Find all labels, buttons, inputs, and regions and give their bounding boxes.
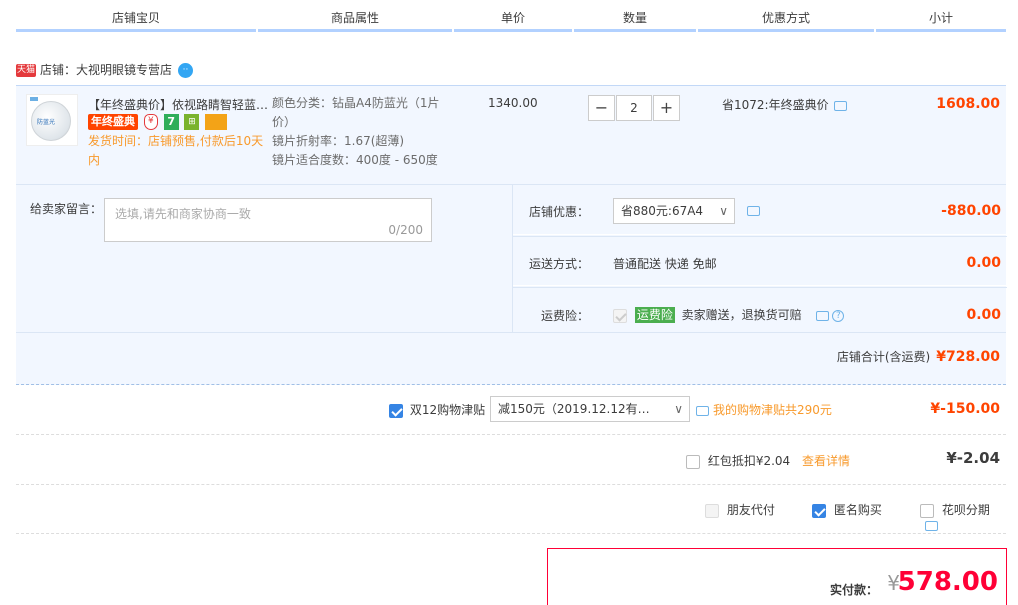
shipping-amount: 0.00 (966, 255, 1001, 271)
credit-card-icon[interactable] (205, 114, 228, 130)
bag-icon[interactable]: ⊞ (184, 114, 200, 130)
quantity-stepper: −2 + (588, 95, 680, 123)
allowance-row: 双12购物津贴 减150元（2019.12.12有… ∨ 我的购物津贴共290元… (16, 395, 1006, 425)
help-icon[interactable]: ? (832, 309, 845, 322)
insurance-tag: 运费险 (634, 307, 675, 323)
pay-label: 实付款： (829, 583, 878, 597)
item-subtotal: 1608.00 (936, 96, 1000, 112)
col-header-subtotal: 小计 (876, 0, 1006, 32)
col-header-qty: 数量 (574, 0, 696, 32)
seven-day-return-icon[interactable]: 7 (163, 114, 179, 130)
redpacket-row: 红包抵扣¥2.04 查看详情 ¥-2.04 (16, 444, 1006, 474)
shipping-note: 发货时间：店铺预售,付款后10天内 (88, 134, 264, 167)
allowance-amount: ¥-150.00 (930, 401, 1000, 417)
shop-discount-label: 店铺优惠： (528, 205, 589, 219)
insurance-label: 运费险： (540, 309, 589, 323)
leave-message-input[interactable]: 选填,请先和商家协商一致 0/200 (104, 198, 432, 242)
chevron-down-icon: ∨ (719, 204, 728, 218)
allowance-label: 双12购物津贴 (409, 403, 486, 417)
allowance-group: 双12购物津贴 (389, 401, 485, 418)
divider (16, 484, 1006, 485)
prop-index: 镜片折射率：1.67(超薄) (272, 134, 405, 148)
shop-discount-row: 店铺优惠： 省880元:67A4 ∨ -880.00 (513, 185, 1007, 235)
unit-price: 1340.00 (488, 96, 538, 110)
comment-icon[interactable] (747, 206, 760, 216)
huabei-option: 花呗分期 (920, 501, 1006, 532)
divider (16, 332, 1006, 333)
thumb-label: 防蓝光 (37, 119, 56, 126)
shipping-value: 普通配送 快递 免邮 (613, 257, 717, 271)
brand-mark (30, 97, 38, 101)
prop-range: 镜片适合度数：400度 - 650度 (272, 153, 438, 167)
allowance-link-group: 我的购物津贴共290元 (696, 401, 832, 418)
chat-icon[interactable]: ·· (178, 63, 194, 78)
comment-icon[interactable] (696, 405, 709, 416)
insurance-text: 卖家赠送，退换货可赔 (681, 308, 802, 322)
anonymous-checkbox[interactable] (812, 503, 826, 518)
tmall-badge: 天猫 (16, 64, 37, 77)
redpacket-details-link[interactable]: 查看详情 (802, 454, 850, 468)
anonymous-label: 匿名购买 (833, 503, 882, 517)
order-item-panel: 防蓝光 【年终盛典价】依视路睛智轻蓝光眼镜 年终盛典 ¥ 7 ⊞ 发货时间：店铺… (16, 85, 1007, 385)
friend-pay-checkbox (705, 503, 719, 518)
anonymous-option: 匿名购买 (812, 501, 882, 518)
char-counter: 0/200 (388, 223, 423, 237)
divider (16, 533, 1006, 534)
insurance-group: 运费险 卖家赠送，退换货可赔 ? (613, 306, 845, 323)
chevron-down-icon: ∨ (674, 402, 683, 416)
shop-row: 天猫 店铺：大视明眼镜专营店 ·· (16, 58, 194, 82)
col-header-price: 单价 (454, 0, 572, 32)
allowance-select-value: 减150元（2019.12.12有… (498, 402, 650, 416)
shop-discount-select[interactable]: 省880元:67A4 ∨ (613, 198, 735, 224)
redpacket-group: 红包抵扣¥2.04 查看详情 (686, 452, 850, 469)
comment-icon[interactable] (925, 520, 938, 531)
insurance-amount: 0.00 (966, 307, 1001, 323)
order-options-panel: 店铺优惠： 省880元:67A4 ∨ -880.00 运送方式： 普通配送 快递… (512, 185, 1007, 333)
redpacket-amount: ¥-2.04 (946, 449, 1000, 467)
pay-amount: 578.00 (897, 567, 998, 597)
allowance-link[interactable]: 我的购物津贴共290元 (713, 403, 832, 417)
shop-discount-amount: -880.00 (941, 203, 1001, 219)
col-header-item: 店铺宝贝 (16, 0, 256, 32)
qty-minus-button[interactable]: − (588, 95, 615, 121)
promo-method: 省1072:年终盛典价 (722, 96, 847, 113)
leave-message-label: 给卖家留言： (30, 202, 103, 216)
product-props: 颜色分类：钻晶A4防蓝光（1片价） 镜片折射率：1.67(超薄) 镜片适合度数：… (272, 94, 452, 170)
shop-total-amount: ¥728.00 (936, 349, 1000, 365)
shop-name[interactable]: 店铺：大视明眼镜专营店 (40, 63, 172, 77)
insurance-checkbox (613, 308, 627, 323)
col-header-promo: 优惠方式 (698, 0, 874, 32)
product-badges: 年终盛典 ¥ 7 ⊞ (88, 114, 229, 130)
purchase-options-row: 朋友代付 匿名购买 花呗分期 (16, 496, 1006, 531)
friend-pay-option: 朋友代付 (705, 501, 775, 518)
column-header: 店铺宝贝 商品属性 单价 数量 优惠方式 小计 (16, 0, 1006, 32)
shop-total-label: 店铺合计(含运费) (836, 350, 931, 364)
prop-color: 颜色分类：钻晶A4防蓝光（1片价） (272, 96, 440, 129)
shop-discount-value: 省880元:67A4 (621, 204, 704, 218)
payment-summary: 实付款： ¥ 578.00 (547, 548, 1007, 605)
redpacket-checkbox[interactable] (686, 454, 700, 469)
divider (16, 434, 1006, 435)
leave-message-placeholder: 选填,请先和商家协商一致 (115, 207, 251, 221)
col-header-props: 商品属性 (258, 0, 452, 32)
shipping-label: 运送方式： (528, 257, 589, 271)
huabei-label: 花呗分期 (941, 503, 990, 517)
shop-total: 店铺合计(含运费) ¥728.00 (837, 348, 1000, 365)
comment-icon[interactable] (833, 100, 847, 111)
promo-text: 省1072:年终盛典价 (722, 98, 829, 112)
huabei-checkbox[interactable] (920, 503, 934, 518)
qty-input[interactable]: 2 (616, 95, 652, 121)
shield-icon[interactable]: ¥ (143, 114, 158, 130)
product-title[interactable]: 【年终盛典价】依视路睛智轻蓝光眼镜 (88, 96, 270, 113)
friend-pay-label: 朋友代付 (726, 503, 775, 517)
shipping-row: 运送方式： 普通配送 快递 免邮 0.00 (513, 236, 1007, 286)
redpacket-label: 红包抵扣¥2.04 (707, 454, 791, 468)
insurance-row: 运费险： 运费险 卖家赠送，退换货可赔 ? 0.00 (513, 287, 1007, 333)
product-thumbnail[interactable]: 防蓝光 (26, 94, 78, 146)
allowance-checkbox[interactable] (389, 403, 403, 418)
qty-plus-button[interactable]: + (653, 95, 680, 121)
comment-icon[interactable] (815, 310, 829, 321)
year-end-badge: 年终盛典 (88, 114, 138, 130)
allowance-select[interactable]: 减150元（2019.12.12有… ∨ (490, 396, 690, 422)
